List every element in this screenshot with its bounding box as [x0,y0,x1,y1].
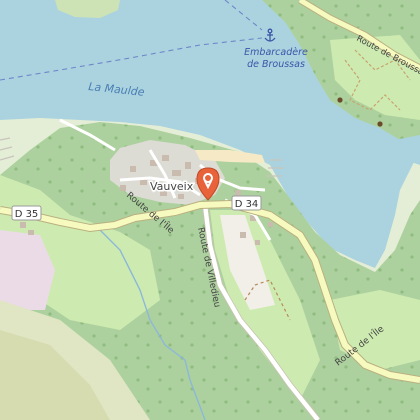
poi-dot[interactable] [337,97,343,103]
road-shield-d34-text: D 34 [235,199,259,210]
road-shield-d35: D 35 [11,205,42,221]
village-label: Vauveix [150,180,194,193]
road-shield-d34: D 34 [231,195,262,211]
road-shield-d35-text: D 35 [15,209,39,220]
poi-label-line2: de Broussas [247,59,305,70]
poi-dot[interactable] [377,121,383,127]
poi-label-line1: Embarcadère [244,47,308,58]
map-canvas[interactable]: D 35 D 34 La Maulde Vauveix Vauveix Emba… [0,0,420,420]
map-layer[interactable]: D 35 D 34 La Maulde Vauveix Vauveix Emba… [0,0,420,420]
